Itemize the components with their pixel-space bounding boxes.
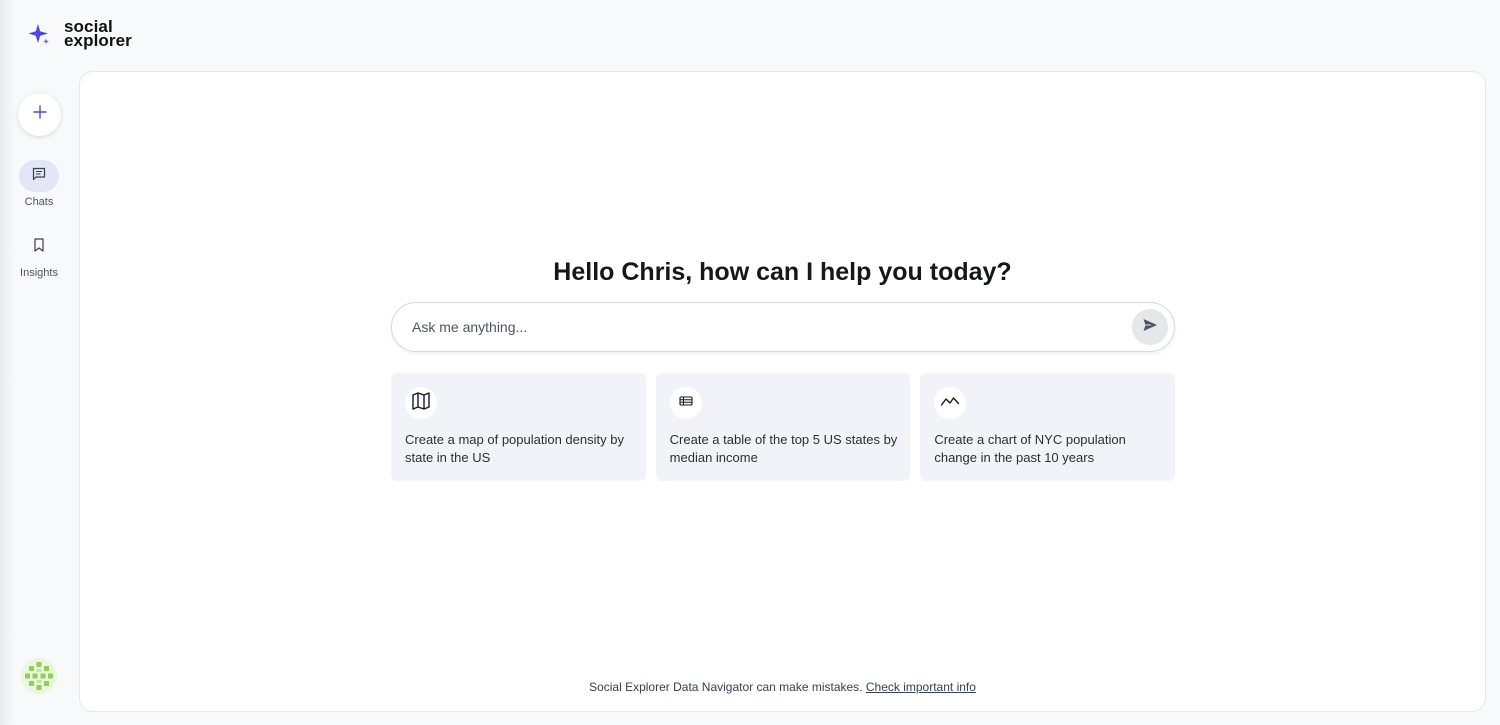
sidebar-shadow	[0, 0, 16, 725]
card-icon-wrap	[669, 387, 702, 419]
chat-input[interactable]	[412, 303, 1112, 351]
suggestion-text: Create a table of the top 5 US states by…	[669, 432, 898, 465]
map-icon	[411, 391, 431, 416]
chats-icon-wrap	[19, 160, 59, 192]
suggestion-card-map[interactable]: Create a map of population density by st…	[391, 373, 646, 481]
avatar[interactable]	[21, 658, 57, 694]
table-icon	[678, 393, 694, 414]
chart-line-icon	[940, 391, 960, 416]
suggestion-cards: Create a map of population density by st…	[391, 373, 1176, 481]
card-icon-wrap	[405, 387, 437, 419]
logo-text: social explorer	[64, 18, 132, 50]
suggestion-text: Create a map of population density by st…	[405, 432, 624, 465]
sidebar-item-chats[interactable]: Chats	[0, 160, 78, 208]
chat-input-container	[391, 302, 1175, 352]
logo[interactable]: social explorer	[28, 18, 132, 50]
footer-disclaimer: Social Explorer Data Navigator can make …	[80, 680, 1485, 694]
suggestion-text: Create a chart of NYC population change …	[934, 432, 1126, 465]
suggestion-card-table[interactable]: Create a table of the top 5 US states by…	[655, 373, 911, 481]
logo-text-line2: explorer	[64, 31, 132, 50]
chat-icon	[31, 166, 47, 187]
sidebar-item-label: Chats	[24, 196, 54, 208]
page-title: Hello Chris, how can I help you today?	[553, 258, 1012, 286]
check-important-info-link[interactable]: Check important info	[866, 680, 976, 694]
insights-icon-wrap	[19, 231, 59, 263]
sparkle-icon	[28, 23, 50, 45]
disclaimer-text: Social Explorer Data Navigator can make …	[589, 680, 863, 694]
sidebar-item-insights[interactable]: Insights	[0, 231, 78, 279]
suggestion-card-chart[interactable]: Create a chart of NYC population change …	[920, 373, 1176, 481]
new-chat-button[interactable]	[18, 93, 61, 136]
send-icon	[1142, 317, 1158, 338]
card-icon-wrap	[934, 387, 967, 419]
main-panel: Hello Chris, how can I help you today? A…	[79, 71, 1486, 712]
bookmark-icon	[31, 237, 47, 258]
plus-icon	[32, 105, 47, 124]
sidebar-item-label: Insights	[20, 267, 58, 279]
send-button[interactable]	[1132, 309, 1168, 345]
